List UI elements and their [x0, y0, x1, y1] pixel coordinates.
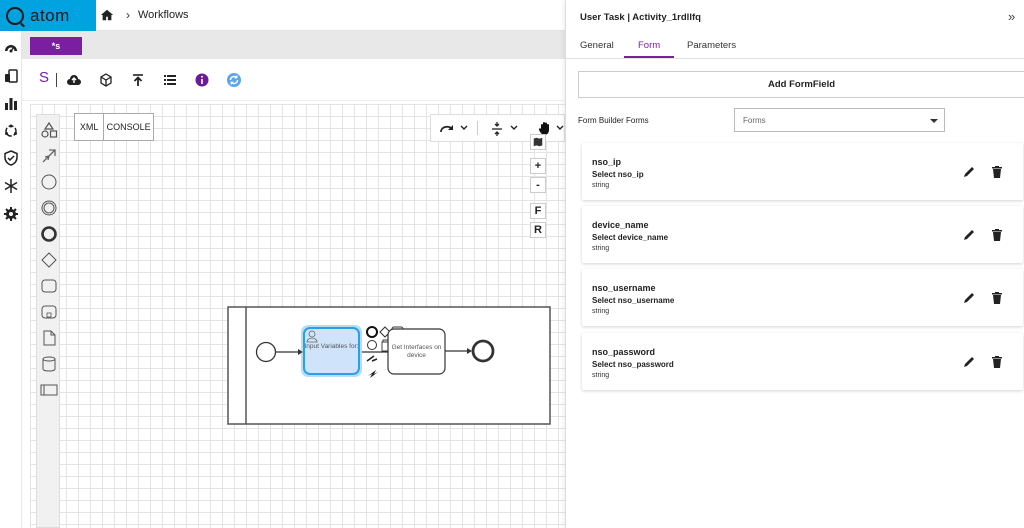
- tab-general[interactable]: General: [580, 40, 614, 51]
- trash-icon[interactable]: [990, 228, 1004, 242]
- tab-form[interactable]: Form: [638, 40, 660, 51]
- panel-title: User Task | Activity_1rdllfq: [580, 12, 701, 23]
- bpmn-palette: [36, 114, 60, 528]
- mode-divider: [477, 121, 478, 135]
- reset-view-button[interactable]: R: [530, 222, 546, 238]
- space-tool-icon[interactable]: [489, 121, 505, 137]
- s-button[interactable]: S: [36, 70, 52, 86]
- xml-button[interactable]: XML: [75, 114, 105, 140]
- edit-pencil-icon[interactable]: [962, 228, 976, 242]
- task-input-variables[interactable]: [303, 327, 360, 375]
- field-label: Select nso_password: [592, 360, 674, 369]
- dashboard-icon[interactable]: [3, 40, 19, 56]
- field-type: string: [592, 245, 610, 252]
- chevron-down-icon[interactable]: [459, 123, 469, 133]
- redo-icon[interactable]: [439, 121, 455, 137]
- data-object-tool-icon[interactable]: [40, 329, 58, 347]
- caret-down-icon: [930, 119, 938, 123]
- collapse-panel-icon[interactable]: »: [1008, 9, 1015, 24]
- field-label: Select device_name: [592, 233, 669, 242]
- forms-select[interactable]: Forms: [734, 108, 945, 132]
- brand-logo[interactable]: atom: [0, 0, 96, 31]
- field-name: nso_ip: [592, 157, 622, 167]
- form-field-card[interactable]: nso_ip Select nso_ip string: [582, 143, 1023, 200]
- cube-icon[interactable]: [98, 72, 114, 88]
- field-name: device_name: [592, 220, 649, 230]
- chevron-down-icon[interactable]: [509, 123, 519, 133]
- zoom-out-button[interactable]: -: [530, 177, 546, 193]
- task-get-interfaces-label: Get Interfaces on device: [391, 344, 442, 359]
- chevron-right-icon: ›: [126, 8, 130, 22]
- minimap-icon[interactable]: [530, 134, 546, 150]
- breadcrumb-workflows[interactable]: Workflows: [138, 9, 189, 21]
- snowflake-icon[interactable]: [3, 178, 19, 194]
- gear-icon[interactable]: [3, 206, 19, 222]
- chevron-down-icon[interactable]: [555, 123, 565, 133]
- devices-icon[interactable]: [3, 68, 19, 84]
- console-button[interactable]: CONSOLE: [104, 114, 153, 140]
- bpmn-diagram[interactable]: [30, 104, 565, 528]
- intermediate-event-tool-icon[interactable]: [40, 199, 58, 217]
- edit-pencil-icon[interactable]: [962, 355, 976, 369]
- start-event-tool-icon[interactable]: [40, 173, 58, 191]
- home-icon[interactable]: [100, 8, 114, 22]
- active-tab-indicator: [624, 56, 674, 58]
- end-event-tool-icon[interactable]: [40, 225, 58, 243]
- field-name: nso_username: [592, 283, 656, 293]
- edit-pencil-icon[interactable]: [962, 291, 976, 305]
- start-event[interactable]: [255, 341, 277, 363]
- global-connect-tool-icon[interactable]: [40, 147, 58, 165]
- form-field-card[interactable]: device_name Select device_name string: [582, 206, 1023, 263]
- list-icon[interactable]: [162, 72, 178, 88]
- field-label: Select nso_ip: [592, 170, 644, 179]
- end-event[interactable]: [471, 339, 495, 363]
- field-label: Select nso_username: [592, 296, 675, 305]
- properties-panel: User Task | Activity_1rdllfq » General F…: [565, 0, 1024, 528]
- upload-icon[interactable]: [130, 72, 146, 88]
- append-intermediate-event-icon[interactable]: [367, 340, 377, 350]
- tabs-baseline: [566, 58, 1024, 59]
- task-tool-icon[interactable]: [40, 277, 58, 295]
- cloud-upload-icon[interactable]: [66, 72, 82, 88]
- xml-console-toggle: XML CONSOLE: [74, 113, 154, 141]
- bar-chart-icon[interactable]: [3, 95, 19, 111]
- shield-check-icon[interactable]: [3, 150, 19, 166]
- editor-tab-active[interactable]: *s: [30, 37, 82, 55]
- info-icon[interactable]: [194, 72, 210, 88]
- trash-icon[interactable]: [990, 355, 1004, 369]
- fit-view-button[interactable]: F: [530, 203, 546, 219]
- editor-toolbar: S: [22, 59, 565, 101]
- pool-tool-icon[interactable]: [40, 381, 58, 399]
- forms-select-placeholder: Forms: [743, 115, 766, 125]
- form-field-card[interactable]: nso_username Select nso_username string: [582, 269, 1023, 326]
- shapes-tool-icon[interactable]: [40, 121, 58, 139]
- edit-pencil-icon[interactable]: [962, 165, 976, 179]
- zoom-in-button[interactable]: +: [530, 158, 546, 174]
- add-formfield-button[interactable]: Add FormField: [578, 71, 1024, 98]
- toolbar-divider: [56, 73, 57, 87]
- append-end-event-icon[interactable]: [366, 326, 378, 338]
- atom-logo-icon: [6, 6, 24, 25]
- field-type: string: [592, 372, 610, 379]
- brand-name: atom: [30, 5, 70, 25]
- workflow-cycle-icon[interactable]: [3, 123, 19, 139]
- field-type: string: [592, 308, 610, 315]
- bpmn-canvas[interactable]: Input Variables for: Get Interfaces on d…: [30, 104, 565, 528]
- data-store-tool-icon[interactable]: [40, 355, 58, 373]
- sync-icon[interactable]: [226, 72, 242, 88]
- trash-icon[interactable]: [990, 165, 1004, 179]
- top-bar: › Workflows: [96, 0, 565, 31]
- field-type: string: [592, 182, 610, 189]
- left-nav-rail: [0, 31, 22, 528]
- subprocess-tool-icon[interactable]: [40, 303, 58, 321]
- field-name: nso_password: [592, 347, 656, 357]
- gateway-tool-icon[interactable]: [40, 251, 58, 269]
- form-builder-label: Form Builder Forms: [578, 116, 649, 125]
- task-input-variables-label: Input Variables for:: [304, 343, 359, 350]
- trash-icon[interactable]: [990, 291, 1004, 305]
- editor-tab-strip: *s: [22, 31, 565, 59]
- form-field-card[interactable]: nso_password Select nso_password string: [582, 333, 1023, 390]
- tab-parameters[interactable]: Parameters: [687, 40, 736, 51]
